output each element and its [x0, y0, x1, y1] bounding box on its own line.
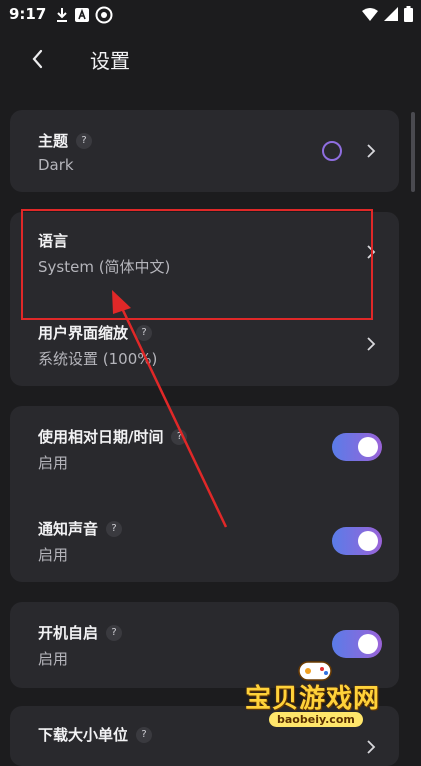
watermark-text: 宝贝游戏网 — [245, 684, 381, 714]
watermark-logo: 宝贝游戏网 baobeiy.com — [245, 661, 395, 742]
annotation-arrow-icon — [112, 290, 228, 528]
watermark-url: baobeiy.com — [269, 712, 363, 727]
